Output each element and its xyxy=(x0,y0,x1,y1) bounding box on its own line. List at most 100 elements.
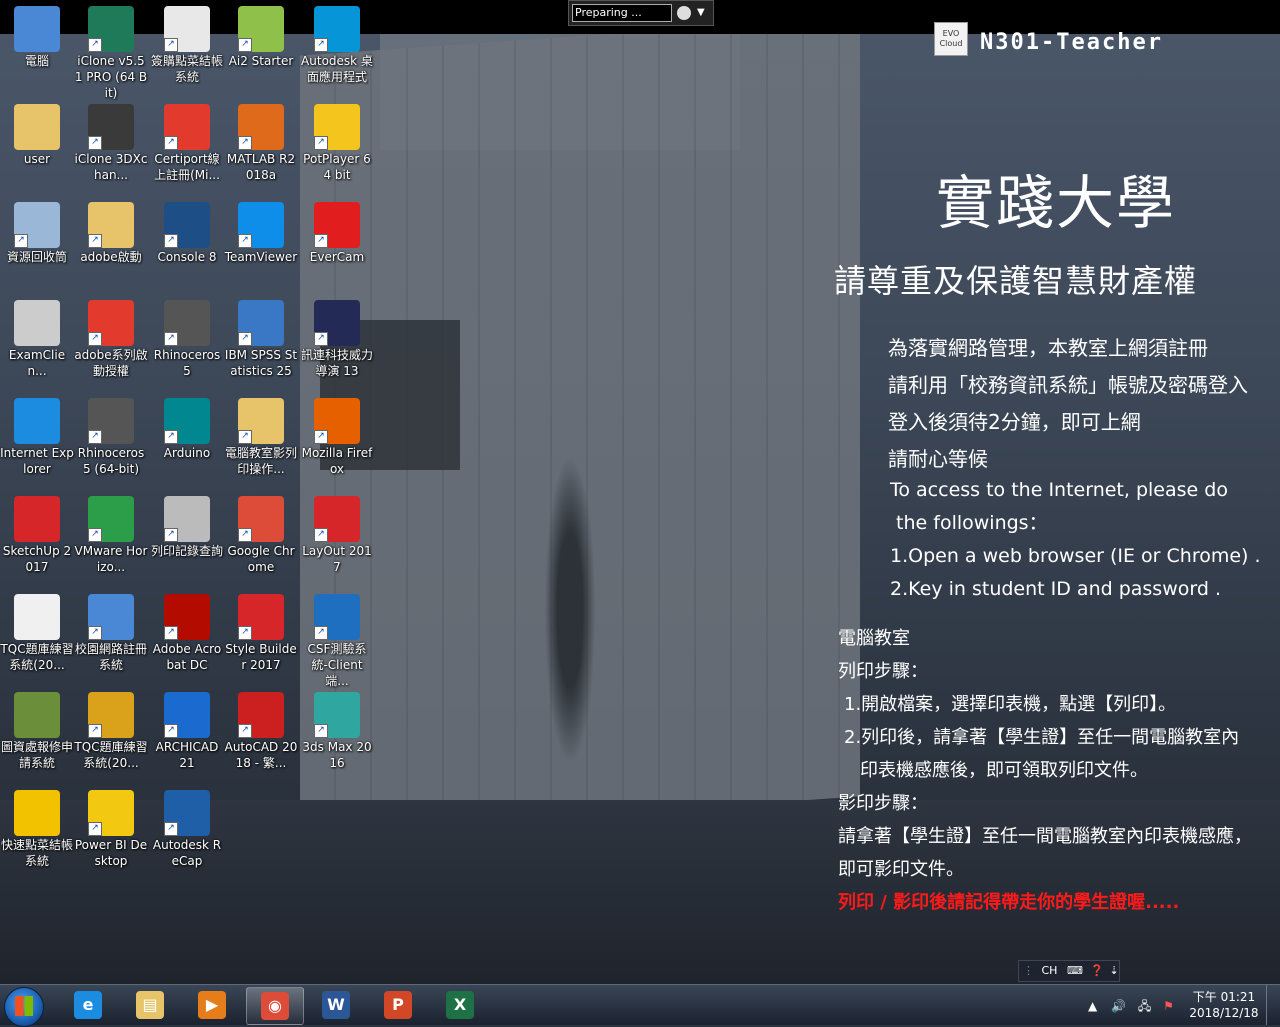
layout-icon: ↗ xyxy=(314,496,360,542)
calculator-icon: ↗ xyxy=(164,6,210,52)
desktop-icon[interactable]: ↗ 資源回收筒 xyxy=(0,202,74,265)
desktop-icon[interactable]: 圖資處報修申請系統 xyxy=(0,692,74,771)
desktop-icon[interactable]: ↗ Console 8 xyxy=(150,202,224,265)
desktop-icon[interactable]: ↗ IBM SPSS Statistics 25 xyxy=(224,300,298,379)
start-button[interactable] xyxy=(4,987,44,1027)
desktop-icon[interactable]: ↗ LayOut 2017 xyxy=(300,496,374,575)
desktop-icon[interactable]: ↗ Certiport線上註冊(Mi... xyxy=(150,104,224,183)
desktop-icon[interactable]: ↗ Mozilla Firefox xyxy=(300,398,374,477)
desktop-icon[interactable]: ↗ Google Chrome xyxy=(224,496,298,575)
language-bar[interactable]: ⋮ CH ⌨ ❓ ⇣ xyxy=(1018,960,1120,982)
shortcut-arrow-icon: ↗ xyxy=(314,332,328,346)
chrome-icon: ↗ xyxy=(238,496,284,542)
desktop-icon[interactable]: ↗ AutoCAD 2018 - 繁... xyxy=(224,692,298,771)
dropdown-arrow-icon[interactable]: ▼ xyxy=(697,7,705,18)
desktop-icon-label: 電腦教室影列印操作... xyxy=(224,446,297,476)
desktop[interactable]: Preparing ... ▼ EVO Cloud N301-Teacher 電… xyxy=(0,0,1280,984)
desktop-icon-label: 簽購點菜結帳系統 xyxy=(150,54,223,84)
status-dot-icon xyxy=(677,6,691,20)
desktop-icon[interactable]: ↗ 列印記錄查詢 xyxy=(150,496,224,559)
desktop-icon[interactable]: ↗ CSF測驗系統-Client端... xyxy=(300,594,374,689)
desktop-icon[interactable]: ↗ Ai2 Starter xyxy=(224,6,298,69)
desktop-icon[interactable]: ↗ iClone 3DXchan... xyxy=(74,104,148,183)
options-icon[interactable]: ⇣ xyxy=(1110,964,1119,977)
desktop-icon[interactable]: Internet Explorer xyxy=(0,398,74,477)
desktop-icon[interactable]: ↗ Autodesk 桌面應用程式 xyxy=(300,6,374,85)
desktop-icon[interactable]: ↗ Rhinoceros 5 xyxy=(150,300,224,379)
desktop-icon-label: Mozilla Firefox xyxy=(301,446,373,476)
desktop-icon[interactable]: ↗ 電腦教室影列印操作... xyxy=(224,398,298,477)
desktop-icon-label: PotPlayer 64 bit xyxy=(303,152,371,182)
desktop-icon[interactable]: ↗ VMware Horizo... xyxy=(74,496,148,575)
desktop-icon[interactable]: ↗ Rhinoceros 5 (64-bit) xyxy=(74,398,148,477)
shortcut-arrow-icon: ↗ xyxy=(164,38,178,52)
preparing-indicator[interactable]: Preparing ... ▼ xyxy=(568,0,714,26)
clock[interactable]: 下午 01:21 2018/12/18 xyxy=(1184,989,1264,1021)
desktop-icon[interactable]: 快速點菜結帳系統 xyxy=(0,790,74,869)
taskbar-internet-explorer[interactable]: e xyxy=(60,987,116,1023)
network-icon[interactable]: 🖧 xyxy=(1138,999,1151,1013)
shortcut-arrow-icon: ↗ xyxy=(164,626,178,640)
recycle-bin-icon: ↗ xyxy=(14,202,60,248)
desktop-icon-label: ExamClien... xyxy=(8,348,66,378)
taskbar-media-player[interactable]: ▶ xyxy=(184,987,240,1023)
language-code[interactable]: CH xyxy=(1042,964,1058,977)
desktop-icon-label: Style Builder 2017 xyxy=(225,642,297,672)
show-hidden-icons-icon[interactable]: ▲ xyxy=(1088,999,1097,1013)
rhino-icon: ↗ xyxy=(88,398,134,444)
taskbar-file-explorer[interactable]: ▤ xyxy=(122,987,178,1023)
desktop-icon[interactable]: user xyxy=(0,104,74,167)
shortcut-arrow-icon: ↗ xyxy=(238,528,252,542)
desktop-icon-label: MATLAB R2018a xyxy=(226,152,296,182)
desktop-icon-label: AutoCAD 2018 - 繁... xyxy=(224,740,298,770)
desktop-icon[interactable]: ↗ Power BI Desktop xyxy=(74,790,148,869)
media-player-icon: ▶ xyxy=(198,991,226,1019)
shortcut-arrow-icon: ↗ xyxy=(164,528,178,542)
desktop-icon-label: 校園網路註冊系統 xyxy=(74,642,147,672)
taskbar-word[interactable]: W xyxy=(308,987,364,1023)
shortcut-arrow-icon: ↗ xyxy=(314,234,328,248)
volume-icon[interactable]: 🔊 xyxy=(1111,999,1126,1013)
desktop-icon[interactable]: ↗ iClone v5.51 PRO (64 Bit) xyxy=(74,6,148,101)
desktop-icon[interactable]: ↗ adobe啟動 xyxy=(74,202,148,265)
autocad-icon: ↗ xyxy=(238,692,284,738)
desktop-icon[interactable]: ↗ PotPlayer 64 bit xyxy=(300,104,374,183)
keyboard-icon[interactable]: ⌨ xyxy=(1067,964,1083,977)
desktop-icon[interactable]: ↗ TQC題庫練習系統(20... xyxy=(74,692,148,771)
desktop-icon[interactable]: ↗ EverCam xyxy=(300,202,374,265)
desktop-icon[interactable]: ↗ Arduino xyxy=(150,398,224,461)
desktop-icon[interactable]: ↗ MATLAB R2018a xyxy=(224,104,298,183)
desktop-icon[interactable]: 電腦 xyxy=(0,6,74,69)
desktop-icon[interactable]: SketchUp 2017 xyxy=(0,496,74,575)
tqc-icon xyxy=(14,594,60,640)
desktop-icon[interactable]: ↗ Adobe Acrobat DC xyxy=(150,594,224,673)
desktop-icon[interactable]: ↗ 3ds Max 2016 xyxy=(300,692,374,771)
desktop-icon[interactable]: ↗ Style Builder 2017 xyxy=(224,594,298,673)
print-step: 1.開啟檔案，選擇印表機，點選【列印】。 xyxy=(844,694,1177,715)
desktop-icon[interactable]: ↗ 校園網路註冊系統 xyxy=(74,594,148,673)
folder-icon: ↗ xyxy=(88,202,134,248)
taskbar-excel[interactable]: X xyxy=(432,987,488,1023)
taskbar-powerpoint[interactable]: P xyxy=(370,987,426,1023)
desktop-icon[interactable]: ↗ ARCHICAD 21 xyxy=(150,692,224,771)
grip-icon: ⋮ xyxy=(1023,964,1034,977)
host-name: N301-Teacher xyxy=(980,30,1163,55)
desktop-icon[interactable]: ↗ Autodesk ReCap xyxy=(150,790,224,869)
desktop-icon[interactable]: ↗ adobe系列啟動授權 xyxy=(74,300,148,379)
help-icon[interactable]: ❓ xyxy=(1090,964,1104,977)
network-note-line: 登入後須待2分鐘，即可上網 xyxy=(888,410,1141,434)
action-center-icon[interactable]: ⚑ xyxy=(1163,999,1174,1013)
show-desktop-button[interactable] xyxy=(1266,985,1280,1025)
desktop-icon[interactable]: ↗ 簽購點菜結帳系統 xyxy=(150,6,224,85)
shortcut-arrow-icon: ↗ xyxy=(164,234,178,248)
desktop-icon[interactable]: TQC題庫練習系統(20... xyxy=(0,594,74,673)
shortcut-arrow-icon: ↗ xyxy=(238,136,252,150)
shortcut-arrow-icon: ↗ xyxy=(88,234,102,248)
desktop-icon-label: iClone 3DXchan... xyxy=(74,152,148,182)
taskbar-google-chrome[interactable]: ◉ xyxy=(246,987,304,1025)
desktop-icon[interactable]: ↗ TeamViewer xyxy=(224,202,298,265)
desktop-icon[interactable]: ExamClien... xyxy=(0,300,74,379)
desktop-icon[interactable]: ↗ 訊連科技威力導演 13 xyxy=(300,300,374,379)
user-folder-icon xyxy=(14,104,60,150)
powerdirector-icon: ↗ xyxy=(314,300,360,346)
